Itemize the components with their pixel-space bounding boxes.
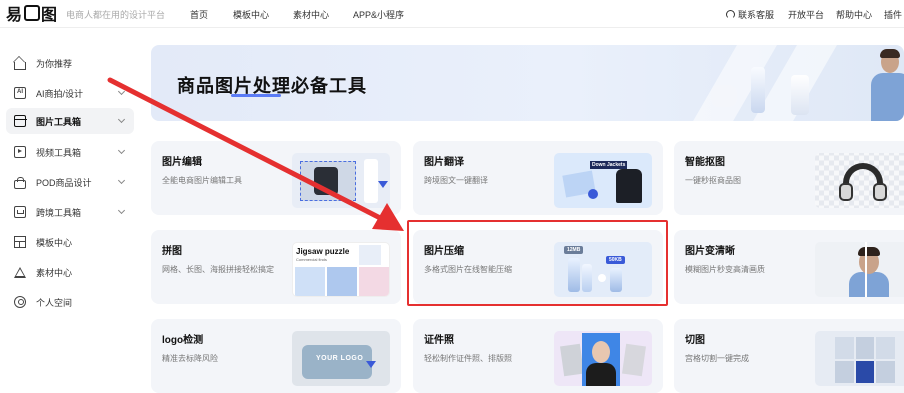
card-title: 图片编辑 — [162, 157, 202, 168]
model-person-image — [871, 49, 904, 121]
user-icon — [14, 296, 26, 308]
sidebar-item-materials[interactable]: 素材中心 — [6, 259, 134, 285]
card-desc: 模糊图片秒变高清画质 — [685, 265, 765, 274]
card-desc: 全能电商图片编辑工具 — [162, 176, 242, 185]
sidebar-item-label: 跨境工具箱 — [36, 207, 82, 218]
sidebar-item-label: POD商品设计 — [36, 177, 92, 188]
nav-app[interactable]: APP&小程序 — [353, 8, 404, 21]
card-desc: 网格、长图、海报拼接轻松搞定 — [162, 265, 274, 274]
tool-card-id-photo[interactable]: 证件照 轻松制作证件照、排版照 — [413, 319, 663, 393]
nav-templates[interactable]: 模板中心 — [233, 8, 269, 21]
card-title: 图片翻译 — [424, 157, 464, 168]
tool-card-slice[interactable]: 切图 宫格切割一键完成 — [674, 319, 904, 393]
image-edit-thumbnail — [292, 153, 390, 208]
site-slogan: 电商人都在用的设计平台 — [66, 10, 166, 20]
card-desc: 精准去标降风险 — [162, 354, 218, 363]
toolbox-banner: 商品图片处理必备工具 — [151, 45, 904, 121]
contact-support[interactable]: 联系客服 — [726, 8, 774, 21]
image-enhance-thumbnail — [815, 242, 904, 297]
sidebar-item-personal-space[interactable]: 个人空间 — [6, 289, 134, 315]
card-desc: 轻松制作证件照、排版照 — [424, 354, 512, 363]
id-photo-thumbnail — [554, 331, 652, 386]
card-title: 智能抠图 — [685, 157, 725, 168]
material-icon — [14, 266, 26, 278]
top-bar: 易图 电商人都在用的设计平台 首页 模板中心 素材中心 APP&小程序 联系客服… — [0, 0, 904, 28]
nav-materials[interactable]: 素材中心 — [293, 8, 329, 21]
card-title: 图片变清晰 — [685, 246, 735, 257]
tool-card-image-edit[interactable]: 图片编辑 全能电商图片编辑工具 — [151, 141, 401, 215]
collage-thumb-title: Jigsaw puzzle — [296, 247, 350, 256]
sidebar-item-pod-design[interactable]: POD商品设计 — [6, 169, 134, 195]
sidebar-item-label: 图片工具箱 — [36, 116, 82, 127]
sidebar-item-recommended[interactable]: 为你推荐 — [6, 50, 134, 76]
logo-detect-thumbnail: YOUR LOGO — [292, 331, 390, 386]
product-shoe-image — [711, 85, 737, 107]
sidebar-item-label: 素材中心 — [36, 267, 73, 278]
logo-thumb-text: YOUR LOGO — [316, 355, 364, 362]
toolbox-icon — [13, 115, 27, 127]
tool-card-collage[interactable]: 拼图 网格、长图、海报拼接轻松搞定 Jigsaw puzzle Commerci… — [151, 230, 401, 304]
sidebar-item-label: 视频工具箱 — [36, 147, 82, 158]
chevron-down-icon[interactable] — [117, 146, 126, 155]
sidebar-item-ai-design[interactable]: AI AI商拍/设计 — [6, 80, 134, 106]
card-desc: 一键秒抠商品图 — [685, 176, 741, 185]
chevron-down-icon[interactable] — [117, 206, 126, 215]
chevron-down-icon[interactable] — [117, 87, 126, 96]
sidebar-item-label: 个人空间 — [36, 297, 73, 308]
chevron-down-icon[interactable] — [117, 115, 126, 124]
tool-card-image-translate[interactable]: 图片翻译 跨境图文一键翻译 Down Jackets — [413, 141, 663, 215]
card-title: logo检测 — [162, 335, 204, 346]
translate-tag: Down Jackets — [590, 161, 628, 169]
image-translate-thumbnail: Down Jackets — [554, 153, 652, 208]
ai-icon: AI — [14, 87, 26, 99]
product-bottle-image — [751, 67, 765, 113]
sidebar-item-image-toolbox[interactable]: 图片工具箱 — [6, 108, 134, 134]
banner-title: 商品图片处理必备工具 — [177, 76, 367, 96]
nav-help-center[interactable]: 帮助中心 — [836, 8, 872, 21]
sidebar-item-label: 为你推荐 — [36, 58, 73, 69]
card-title: 拼图 — [162, 246, 182, 257]
nav-open-platform[interactable]: 开放平台 — [788, 8, 824, 21]
bag-icon — [14, 176, 26, 189]
collage-thumbnail: Jigsaw puzzle Commercial finds — [292, 242, 390, 297]
tool-card-logo-detect[interactable]: logo检测 精准去标降风险 YOUR LOGO — [151, 319, 401, 393]
crossborder-icon — [14, 206, 26, 218]
card-desc: 跨境图文一键翻译 — [424, 176, 488, 185]
template-icon — [14, 236, 26, 248]
collage-thumb-subtitle: Commercial finds — [296, 257, 327, 262]
card-title: 证件照 — [424, 335, 454, 346]
tool-card-smart-cutout[interactable]: 智能抠图 一键秒抠商品图 — [674, 141, 904, 215]
card-desc: 宫格切割一键完成 — [685, 354, 749, 363]
contact-support-label: 联系客服 — [738, 10, 775, 20]
smart-cutout-thumbnail — [815, 153, 904, 208]
tool-card-image-enhance[interactable]: 图片变清晰 模糊图片秒变高清画质 — [674, 230, 904, 304]
video-icon — [14, 146, 26, 158]
product-bottle-image — [791, 75, 809, 115]
nav-home[interactable]: 首页 — [190, 8, 208, 21]
site-logo[interactable]: 易图 — [6, 3, 57, 24]
sidebar-item-video-toolbox[interactable]: 视频工具箱 — [6, 139, 134, 165]
slice-thumbnail — [815, 331, 904, 386]
headset-icon — [726, 10, 735, 19]
card-title: 切图 — [685, 335, 705, 346]
sidebar-item-label: 模板中心 — [36, 237, 73, 248]
sidebar-item-templates[interactable]: 模板中心 — [6, 229, 134, 255]
chevron-down-icon[interactable] — [117, 176, 126, 185]
highlight-box — [407, 220, 668, 306]
home-icon — [14, 62, 26, 70]
nav-plugin[interactable]: 插件 — [884, 8, 902, 21]
sidebar-item-label: AI商拍/设计 — [36, 88, 84, 99]
sidebar-item-crossborder[interactable]: 跨境工具箱 — [6, 199, 134, 225]
